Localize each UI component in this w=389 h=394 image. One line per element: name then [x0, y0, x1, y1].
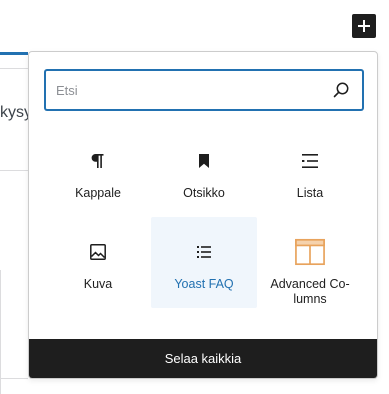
editor-active-tab-indicator [0, 52, 28, 55]
block-item-label: Yoast FAQ [174, 277, 234, 291]
block-item-label: Otsikko [183, 186, 225, 200]
list-icon [302, 154, 318, 168]
columns-layout-icon [295, 238, 325, 266]
editor-divider [0, 378, 28, 379]
block-item-advanced-columns[interactable]: Advanced Co-lumns [257, 217, 363, 308]
paragraph-icon [91, 154, 104, 168]
block-item-label: Lista [296, 186, 324, 200]
block-item-heading[interactable]: Otsikko [151, 126, 257, 217]
block-item-paragraph[interactable]: Kappale [45, 126, 151, 217]
block-item-list[interactable]: Lista [257, 126, 363, 217]
search-icon[interactable] [332, 81, 350, 99]
plus-icon [358, 20, 370, 32]
block-item-yoast-faq[interactable]: Yoast FAQ [151, 217, 257, 308]
block-list: Kappale Otsikko Lista Kuva Yoast FAQ Adv… [45, 126, 363, 308]
bookmark-icon [199, 154, 209, 168]
block-item-label: Kuva [83, 277, 113, 291]
block-search-field[interactable] [45, 70, 363, 110]
editor-partial-text: kysy [0, 104, 28, 121]
browse-all-button[interactable]: Selaa kaikkia [29, 339, 377, 378]
editor-divider [0, 170, 28, 171]
editor-column-border [0, 270, 1, 394]
block-inserter-popover: Kappale Otsikko Lista [28, 51, 378, 379]
editor-divider [0, 68, 28, 69]
faq-list-icon [197, 246, 211, 258]
image-icon [90, 244, 106, 260]
block-search-input[interactable] [56, 71, 326, 109]
block-item-label: Kappale [75, 186, 121, 200]
block-item-label: Advanced Co-lumns [270, 277, 350, 306]
block-inserter-toggle-button[interactable] [352, 14, 376, 38]
block-item-image[interactable]: Kuva [45, 217, 151, 308]
